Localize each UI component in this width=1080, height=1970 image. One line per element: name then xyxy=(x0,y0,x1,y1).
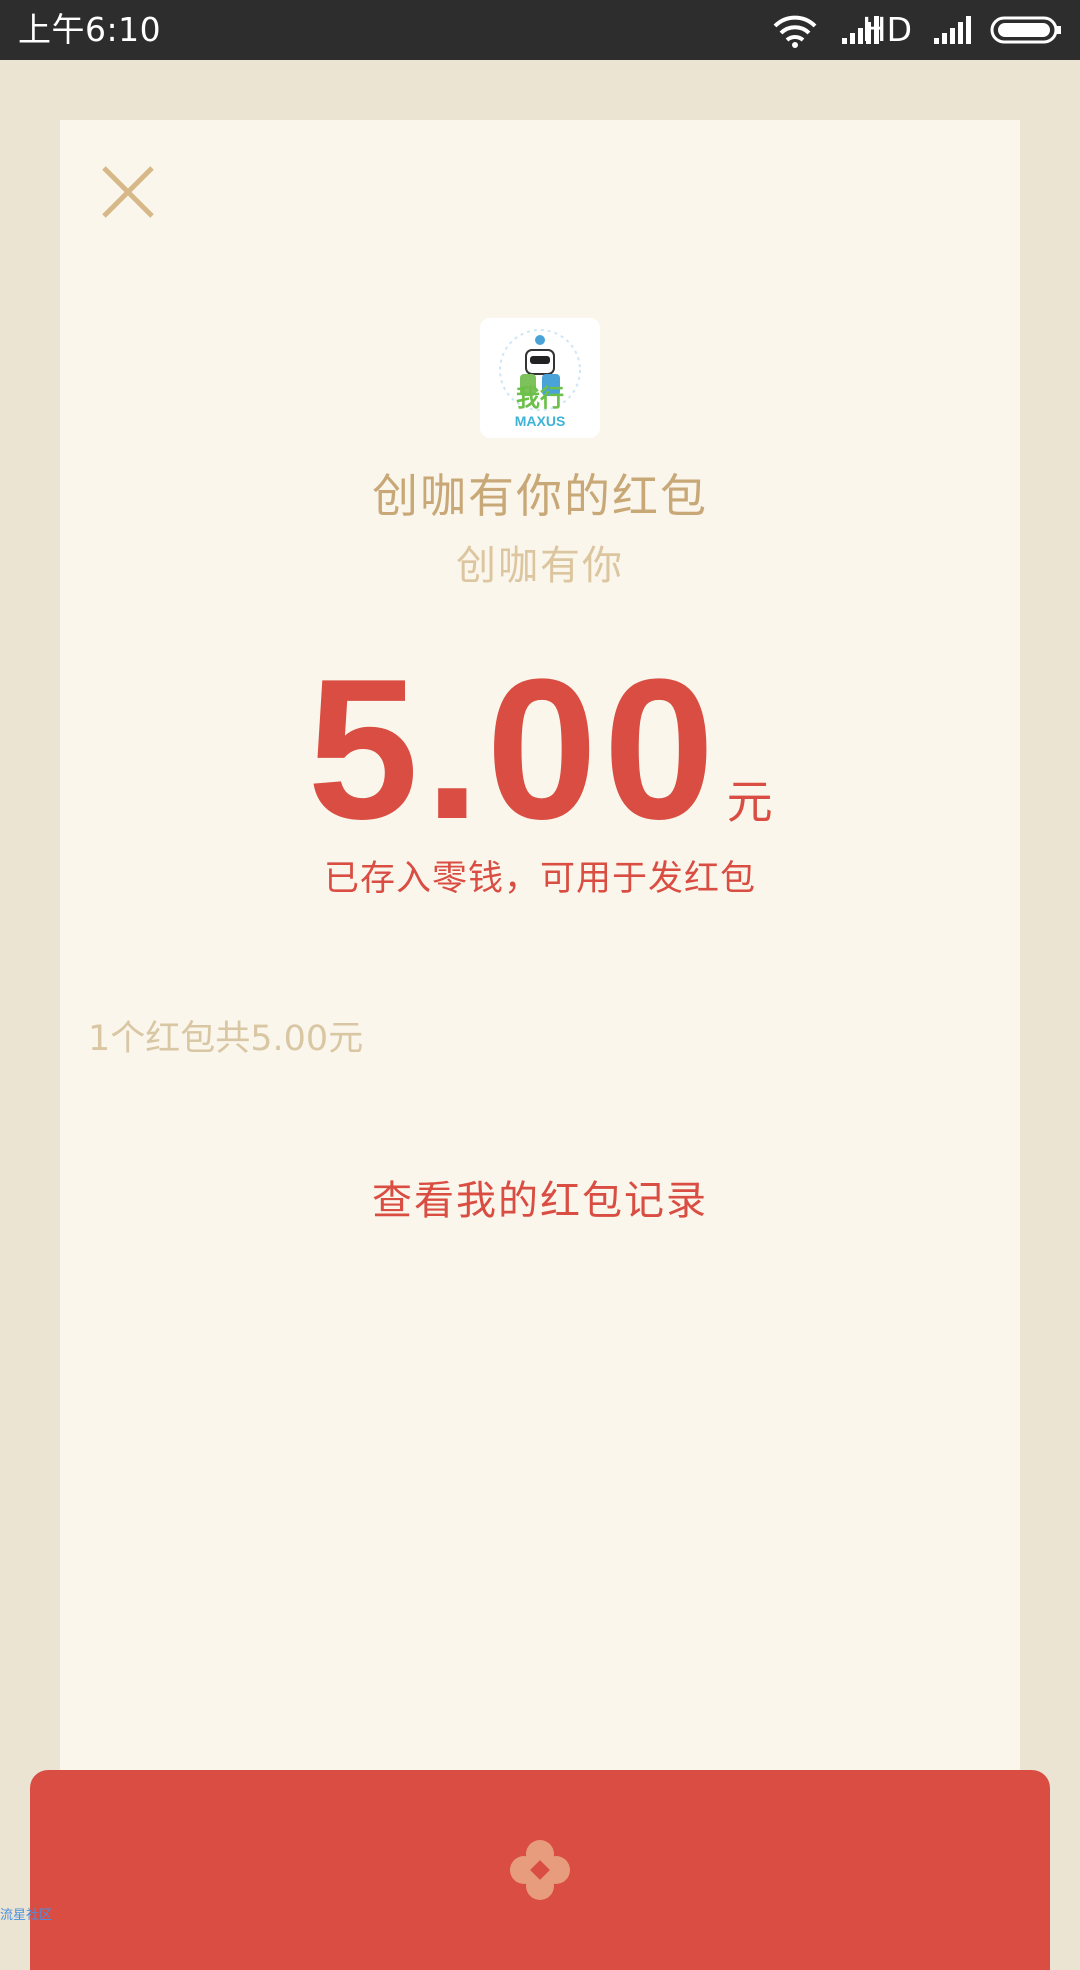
network-type-label: HD xyxy=(861,10,912,49)
flower-emblem-icon xyxy=(510,1840,570,1900)
watermark: 流星社区 xyxy=(0,1908,53,1923)
amount-display: 5.00 元 xyxy=(0,650,1080,850)
svg-text:我行: 我行 xyxy=(516,384,564,412)
close-icon[interactable] xyxy=(96,160,160,224)
maxus-logo: 我行 MAXUS xyxy=(499,329,581,429)
envelope-zigzag-edge xyxy=(60,1819,1020,1831)
sender-avatar: 我行 MAXUS xyxy=(480,318,600,438)
sender-name: 创咖有你 xyxy=(456,543,624,589)
signal-icon xyxy=(934,16,971,44)
amount-value: 5.00 xyxy=(307,638,721,861)
status-bar: 上午6:10 HD xyxy=(0,0,1080,60)
battery-icon xyxy=(990,16,1061,44)
amount-unit: 元 xyxy=(726,775,773,829)
packet-summary: 1个红包共5.00元 xyxy=(88,1019,364,1059)
stored-note: 已存入零钱，可用于发红包 xyxy=(323,859,756,899)
status-time: 上午6:10 xyxy=(18,10,162,49)
svg-text:MAXUS: MAXUS xyxy=(515,413,566,429)
view-records-link[interactable]: 查看我的红包记录 xyxy=(0,1168,1080,1226)
packet-title: 创咖有你的红包 xyxy=(372,469,708,523)
wifi-icon xyxy=(773,15,817,48)
